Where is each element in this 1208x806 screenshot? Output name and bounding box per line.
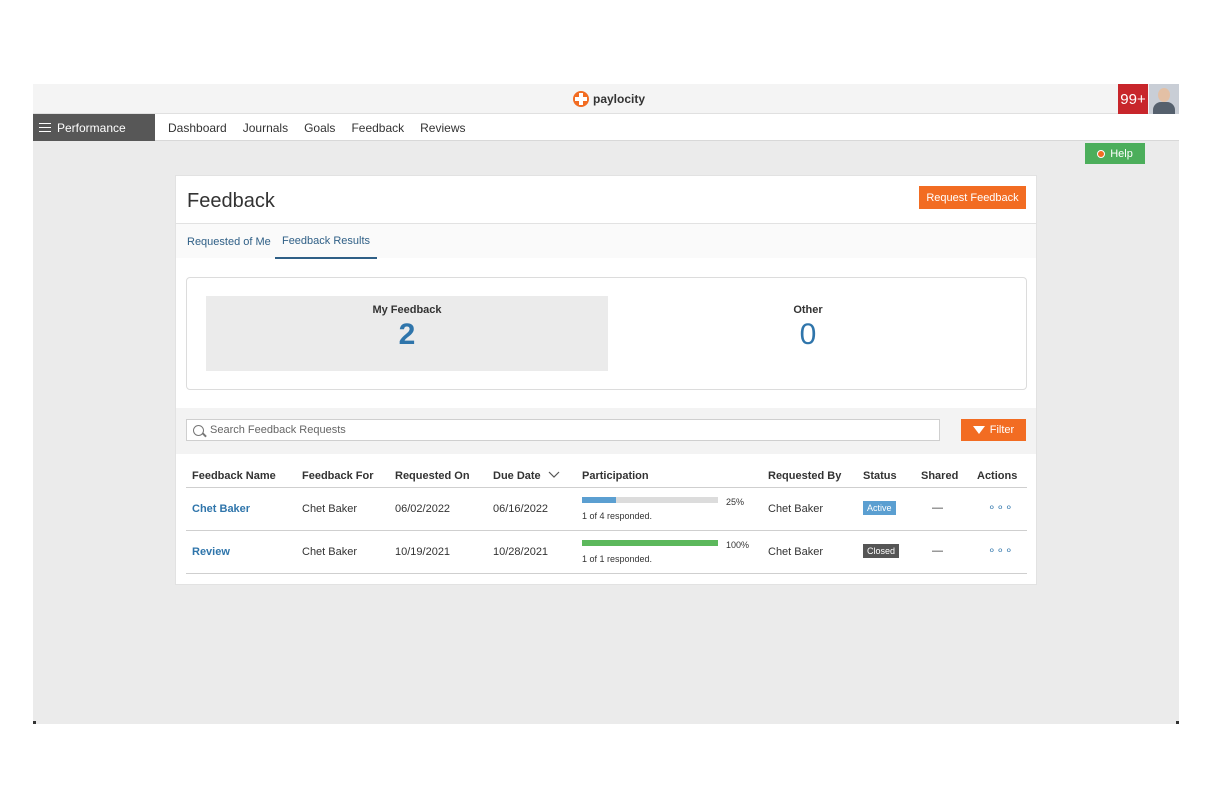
app-window: paylocity 99+ Performance Dashboard Jour… <box>33 84 1179 724</box>
help-label: Help <box>1110 147 1133 160</box>
menu-icon <box>39 123 51 132</box>
participation-percent: 25% <box>726 497 745 507</box>
page-title: Feedback <box>187 190 275 212</box>
my-feedback-count: 2 <box>398 318 416 351</box>
search-icon <box>193 424 204 436</box>
due-date: 06/16/2022 <box>493 503 549 515</box>
col-feedback-name[interactable]: Feedback Name <box>192 470 276 482</box>
main-nav: Performance Dashboard Journals Goals Fee… <box>33 114 1179 141</box>
notification-badge[interactable]: 99+ <box>1118 84 1148 114</box>
user-avatar[interactable] <box>1149 84 1179 114</box>
feedback-table: Feedback Name Feedback For Requested On … <box>186 464 1027 574</box>
shared-value: — <box>932 502 943 514</box>
paylocity-logo-icon <box>573 91 589 107</box>
tabs: Requested of Me Feedback Results <box>176 223 1036 259</box>
status-badge: Closed <box>863 544 900 558</box>
table-row: Chet Baker Chet Baker 06/02/2022 06/16/2… <box>186 488 1027 531</box>
nav-feedback[interactable]: Feedback <box>351 121 404 135</box>
feedback-summary: My Feedback 2 Other 0 <box>186 277 1027 390</box>
col-requested-on[interactable]: Requested On <box>395 470 470 482</box>
search-input[interactable] <box>210 424 910 436</box>
sort-chevron-down-icon <box>548 471 560 478</box>
more-dots-icon[interactable]: ∘∘∘ <box>988 543 1014 557</box>
participation-percent: 100% <box>726 540 750 550</box>
participation-fill <box>582 497 616 503</box>
requested-on: 10/19/2021 <box>395 546 451 558</box>
request-feedback-button[interactable]: Request Feedback <box>919 186 1026 209</box>
col-status[interactable]: Status <box>863 470 897 482</box>
col-due-date-label: Due Date <box>493 470 541 482</box>
tab-feedback-results[interactable]: Feedback Results <box>275 224 377 259</box>
search-box[interactable] <box>186 419 940 441</box>
my-feedback-tile[interactable]: My Feedback 2 <box>206 296 608 371</box>
feedback-card: Feedback Request Feedback Requested of M… <box>175 175 1037 585</box>
col-requested-by[interactable]: Requested By <box>768 470 841 482</box>
performance-menu-label: Performance <box>57 120 126 135</box>
window-corner <box>33 721 36 724</box>
performance-menu-button[interactable]: Performance <box>33 114 155 141</box>
table-header: Feedback Name Feedback For Requested On … <box>186 464 1027 488</box>
participation-bar <box>582 497 718 503</box>
participation-fill <box>582 540 718 546</box>
brand-name: paylocity <box>593 92 646 106</box>
nav-goals[interactable]: Goals <box>304 121 335 135</box>
shared-value: — <box>932 545 943 557</box>
participation-responded: 1 of 4 responded. <box>582 511 653 521</box>
feedback-for: Chet Baker <box>302 546 358 558</box>
other-count: 0 <box>799 318 817 351</box>
other-tile[interactable]: Other 0 <box>608 296 1008 371</box>
window-corner[interactable] <box>1176 721 1179 724</box>
feedback-name-link[interactable]: Chet Baker <box>192 503 250 515</box>
col-participation: Participation <box>582 470 649 482</box>
paylocity-logo[interactable]: paylocity <box>573 91 645 107</box>
feedback-name-link[interactable]: Review <box>192 546 230 558</box>
feedback-for: Chet Baker <box>302 503 358 515</box>
requested-by: Chet Baker <box>768 546 824 558</box>
due-date: 10/28/2021 <box>493 546 549 558</box>
table-row: Review Chet Baker 10/19/2021 10/28/2021 … <box>186 531 1027 574</box>
more-dots-icon[interactable]: ∘∘∘ <box>988 500 1014 514</box>
filter-label: Filter <box>989 424 1015 436</box>
participation-responded: 1 of 1 responded. <box>582 554 653 564</box>
col-actions: Actions <box>977 470 1018 482</box>
nav-dashboard[interactable]: Dashboard <box>168 121 227 135</box>
filter-icon <box>972 426 985 434</box>
nav-journals[interactable]: Journals <box>243 121 288 135</box>
requested-by: Chet Baker <box>768 503 824 515</box>
col-feedback-for[interactable]: Feedback For <box>302 470 374 482</box>
col-shared: Shared <box>921 470 959 482</box>
nav-links: Dashboard Journals Goals Feedback Review… <box>168 114 466 141</box>
tab-requested-of-me[interactable]: Requested of Me <box>187 224 271 259</box>
help-button[interactable]: Help <box>1085 143 1145 164</box>
my-feedback-label: My Feedback <box>372 304 442 316</box>
top-bar: paylocity 99+ <box>33 84 1179 114</box>
requested-on: 06/02/2022 <box>395 503 451 515</box>
status-badge: Active <box>863 501 896 515</box>
col-due-date[interactable]: Due Date <box>493 470 560 482</box>
participation-bar <box>582 540 718 546</box>
nav-reviews[interactable]: Reviews <box>420 121 465 135</box>
search-bar: Filter <box>176 408 1036 454</box>
filter-button[interactable]: Filter <box>961 419 1026 441</box>
other-label: Other <box>793 304 823 316</box>
help-dot-icon <box>1097 149 1106 158</box>
